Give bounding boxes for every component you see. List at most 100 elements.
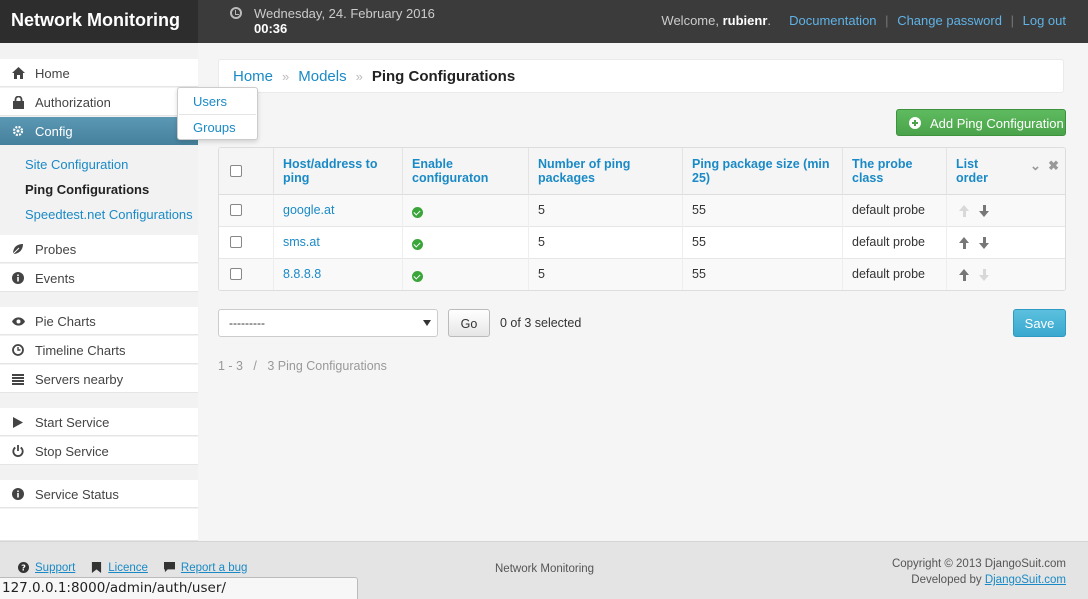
check-icon xyxy=(412,239,423,250)
row-host-link[interactable]: 8.8.8.8 xyxy=(283,267,321,281)
change-password-link[interactable]: Change password xyxy=(897,13,1002,28)
sidebar-item-config[interactable]: Config xyxy=(0,117,203,145)
close-icon[interactable]: ✖ xyxy=(1048,158,1059,173)
sidebar: Home Authorization Config Site Configura… xyxy=(0,43,203,541)
question-icon: ? xyxy=(18,562,29,573)
sidebar-item-start-service[interactable]: Start Service xyxy=(0,408,198,436)
row-size: 55 xyxy=(682,227,842,259)
sidebar-item-stop-service[interactable]: Stop Service xyxy=(0,437,198,465)
logout-link[interactable]: Log out xyxy=(1023,13,1066,28)
move-down-icon[interactable] xyxy=(979,205,990,218)
table-row: sms.at 5 55 default probe xyxy=(219,227,1065,259)
row-host-link[interactable]: sms.at xyxy=(283,235,320,249)
sidebar-item-label: Config xyxy=(35,124,73,139)
config-subnav: Site Configuration Ping Configurations S… xyxy=(0,146,198,229)
move-up-icon xyxy=(959,205,970,218)
leaf-icon xyxy=(11,242,25,256)
info-icon xyxy=(11,487,25,501)
header-select-all xyxy=(219,148,273,195)
column-packages[interactable]: Number of ping packages xyxy=(528,148,682,195)
sidebar-item-events[interactable]: Events xyxy=(0,264,198,292)
selection-counter: 0 of 3 selected xyxy=(500,316,582,330)
dropdown-item-groups[interactable]: Groups xyxy=(193,120,236,135)
row-packages: 5 xyxy=(528,195,682,227)
row-host-link[interactable]: google.at xyxy=(283,203,334,217)
sidebar-item-label: Start Service xyxy=(35,415,110,430)
licence-link[interactable]: Licence xyxy=(108,562,148,574)
breadcrumb-models[interactable]: Models xyxy=(298,68,346,85)
column-list-order-label: List order xyxy=(956,157,988,185)
sidebar-filler xyxy=(0,509,198,541)
djangosuit-link[interactable]: DjangoSuit.com xyxy=(985,574,1066,586)
check-icon xyxy=(412,207,423,218)
caret-down-icon xyxy=(423,320,431,326)
go-button[interactable]: Go xyxy=(448,309,490,337)
gear-icon xyxy=(11,124,25,138)
copyright-text: Copyright © 2013 DjangoSuit.com xyxy=(891,558,1066,570)
footer-credits: Copyright © 2013 DjangoSuit.com Develope… xyxy=(892,556,1066,588)
report-bug-link[interactable]: Report a bug xyxy=(181,562,248,574)
clock-icon xyxy=(11,343,25,357)
move-down-icon[interactable] xyxy=(979,237,990,250)
column-enable[interactable]: Enable configuraton xyxy=(402,148,528,195)
sidebar-item-probes[interactable]: Probes xyxy=(0,235,198,263)
move-up-icon[interactable] xyxy=(959,269,970,282)
row-checkbox[interactable] xyxy=(230,204,242,216)
sidebar-item-service-status[interactable]: Service Status xyxy=(0,480,198,508)
column-probe-class[interactable]: The probe class xyxy=(842,148,946,195)
support-link[interactable]: Support xyxy=(35,562,75,574)
header-date: Wednesday, 24. February 2016 xyxy=(254,6,435,21)
dropdown-item-users[interactable]: Users xyxy=(193,94,227,109)
add-ping-configuration-button[interactable]: Add Ping Configuration xyxy=(896,109,1066,136)
select-all-checkbox[interactable] xyxy=(230,165,242,177)
sidebar-item-pie-charts[interactable]: Pie Charts xyxy=(0,307,198,335)
column-tools: ⌄ ✖ xyxy=(1030,159,1059,173)
sidebar-item-label: Stop Service xyxy=(35,444,109,459)
table-row: google.at 5 55 default probe xyxy=(219,195,1065,227)
developed-by-text: Developed by xyxy=(911,574,982,586)
row-packages: 5 xyxy=(528,227,682,259)
documentation-link[interactable]: Documentation xyxy=(789,13,876,28)
main-content: Home» Models» Ping Configurations Add Ping… xyxy=(198,43,1088,541)
row-probe: default probe xyxy=(842,259,946,290)
lock-icon xyxy=(11,95,25,109)
sidebar-item-servers-nearby[interactable]: Servers nearby xyxy=(0,365,198,393)
sidebar-item-timeline-charts[interactable]: Timeline Charts xyxy=(0,336,198,364)
welcome-text: Welcome, xyxy=(661,13,719,28)
bookmark-icon xyxy=(92,562,102,573)
brand-title[interactable]: Network Monitoring xyxy=(0,0,198,43)
subnav-speedtest-configurations[interactable]: Speedtest.net Configurations xyxy=(25,207,193,222)
chevron-down-icon[interactable]: ⌄ xyxy=(1030,158,1041,173)
table-row: 8.8.8.8 5 55 default probe xyxy=(219,259,1065,290)
check-icon xyxy=(412,271,423,282)
subnav-site-configuration[interactable]: Site Configuration xyxy=(25,157,128,172)
row-probe: default probe xyxy=(842,227,946,259)
breadcrumb-current: Ping Configurations xyxy=(371,68,516,85)
sidebar-item-label: Authorization xyxy=(35,95,111,110)
sidebar-item-authorization[interactable]: Authorization xyxy=(0,88,198,116)
sidebar-item-label: Pie Charts xyxy=(35,314,96,329)
save-button[interactable]: Save xyxy=(1013,309,1066,337)
home-icon xyxy=(11,66,25,80)
move-down-icon xyxy=(979,269,990,282)
column-list-order[interactable]: List order ⌄ ✖ xyxy=(946,148,1065,195)
move-up-icon[interactable] xyxy=(959,237,970,250)
footer-links: ? Support Licence Report a bug xyxy=(18,562,247,574)
sidebar-item-home[interactable]: Home xyxy=(0,59,198,87)
action-select[interactable]: --------- xyxy=(218,309,438,337)
row-packages: 5 xyxy=(528,259,682,290)
column-package-size[interactable]: Ping package size (min 25) xyxy=(682,148,842,195)
row-checkbox[interactable] xyxy=(230,236,242,248)
power-icon xyxy=(11,444,25,458)
browser-status-bar: 127.0.0.1:8000/admin/auth/user/ xyxy=(0,577,358,599)
results-table: Host/address to ping Enable configuraton… xyxy=(218,147,1066,291)
breadcrumb-home[interactable]: Home xyxy=(233,68,273,85)
subnav-ping-configurations[interactable]: Ping Configurations xyxy=(25,182,149,197)
plus-circle-icon xyxy=(909,117,921,129)
pagination-info: 1 - 3 / 3 Ping Configurations xyxy=(218,359,387,373)
top-header: Network Monitoring Wednesday, 24. Februa… xyxy=(0,0,1088,43)
info-icon xyxy=(11,271,25,285)
row-checkbox[interactable] xyxy=(230,268,242,280)
column-host[interactable]: Host/address to ping xyxy=(273,148,402,195)
row-probe: default probe xyxy=(842,195,946,227)
